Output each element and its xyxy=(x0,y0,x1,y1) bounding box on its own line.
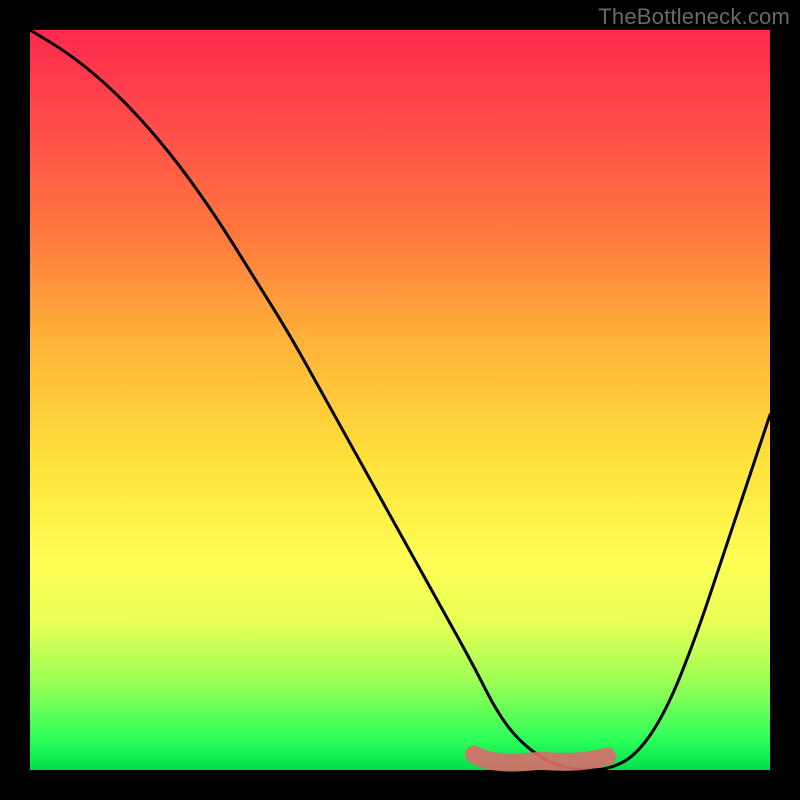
watermark-text: TheBottleneck.com xyxy=(598,4,790,30)
accent-blob xyxy=(474,755,607,763)
bottleneck-curve xyxy=(30,30,770,770)
plot-area xyxy=(30,30,770,770)
chart-root: TheBottleneck.com xyxy=(0,0,800,800)
curve-layer xyxy=(30,30,770,770)
